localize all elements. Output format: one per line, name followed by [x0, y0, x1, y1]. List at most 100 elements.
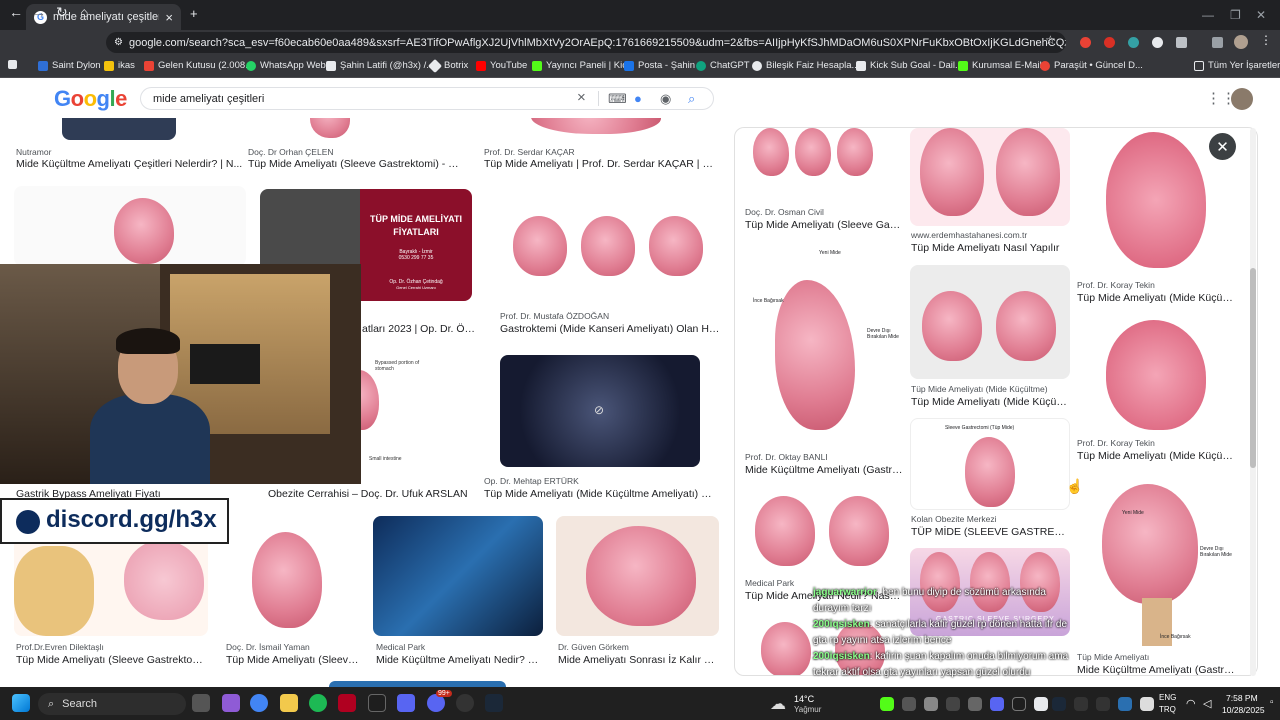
result-title[interactable]: Mide Ameliyatı Sonrası İz Kalır mı? — [558, 654, 718, 666]
close-panel-button[interactable]: ✕ — [1209, 133, 1236, 160]
result-title[interactable]: Tüp Mide Ameliyatı | Prof. Dr. Serdar KA… — [484, 158, 718, 170]
tray-icon[interactable] — [924, 697, 938, 711]
panel-title[interactable]: Mide Küçültme Ameliyatı (Gastrik ... — [745, 464, 903, 476]
result-title[interactable]: Tüp Mide Ameliyatı (Sleeve ... — [226, 654, 359, 666]
bookmark-item[interactable]: Paraşüt • Güncel D... — [1040, 60, 1143, 71]
weather-icon[interactable]: ☁ — [770, 694, 786, 714]
panel-image[interactable] — [745, 486, 905, 572]
chrome-icon[interactable] — [250, 694, 268, 712]
copilot-icon[interactable] — [222, 694, 240, 712]
tray-icon[interactable] — [880, 697, 894, 711]
bookmark-item[interactable]: Kurumsal E-Mail — [958, 60, 1042, 71]
tray-icon[interactable] — [1034, 697, 1048, 711]
clear-search-icon[interactable]: × — [577, 89, 586, 106]
tray-icon[interactable] — [1052, 697, 1066, 711]
close-window-icon[interactable]: ✕ — [1256, 8, 1266, 22]
close-tab-icon[interactable]: × — [165, 10, 173, 25]
terminal-icon[interactable] — [368, 694, 386, 712]
tray-icon[interactable] — [902, 697, 916, 711]
result-title[interactable]: atları 2023 | Op. Dr. Özha... — [362, 323, 480, 335]
result-image[interactable] — [373, 516, 543, 636]
bookmark-item[interactable]: YouTube — [476, 60, 527, 71]
bookmark-item[interactable]: Saint Dylon — [38, 60, 101, 71]
bookmark-star-icon[interactable]: ☆ — [1045, 33, 1056, 47]
extension-icon[interactable] — [1080, 37, 1091, 48]
windows-start-icon[interactable] — [12, 694, 30, 712]
bookmark-item[interactable]: ChatGPT — [696, 60, 750, 71]
result-image[interactable]: ⊘ — [500, 355, 700, 467]
result-image[interactable]: Bypassed portion of stomach Small intest… — [361, 350, 467, 472]
volume-icon[interactable]: ◁ — [1203, 697, 1211, 710]
panel-image[interactable]: Yeni Mide Devre Dışı Bırakılan Mide İnce… — [1076, 474, 1236, 646]
bookmark-item[interactable]: WhatsApp Web — [246, 60, 326, 71]
apps-grid-icon[interactable] — [8, 60, 17, 69]
result-title[interactable]: Obezite Cerrahisi – Doç. Dr. Ufuk ARSLAN — [268, 488, 468, 500]
panel-title[interactable]: Tüp Mide Ameliyatı (Sleeve Gastre... — [745, 219, 903, 231]
panel-title[interactable]: Tüp Mide Ameliyatı (Mide Küçültm... — [1077, 450, 1235, 462]
tab-google-search[interactable]: G mide ameliyatı çeşitleri - Google × — [26, 4, 181, 30]
panel-title[interactable]: TÜP MİDE (SLEEVE GASTREKT... — [911, 526, 1069, 538]
minimize-icon[interactable]: — — [1202, 8, 1214, 22]
bookmark-item[interactable]: Bileşik Faiz Hesapla... — [752, 60, 859, 71]
obs-icon[interactable] — [456, 694, 474, 712]
result-title[interactable]: Mide Küçültme Ameliyatı Çeşitleri Nelerd… — [16, 158, 244, 170]
site-info-icon[interactable]: ⚙ — [114, 37, 123, 48]
result-title[interactable]: Gastroktemi (Mide Kanseri Ameliyatı) Ola… — [500, 323, 720, 335]
reading-list-icon[interactable] — [1212, 37, 1223, 48]
task-view-icon[interactable] — [192, 694, 210, 712]
extensions-puzzle-icon[interactable] — [1176, 37, 1187, 48]
file-explorer-icon[interactable] — [280, 694, 298, 712]
panel-image[interactable] — [910, 128, 1070, 226]
extension-icon[interactable] — [1104, 37, 1115, 48]
search-icon[interactable]: ⌕ — [688, 91, 695, 107]
result-title[interactable]: Tüp Mide Ameliyatı (Sleeve Gastrektomi) … — [16, 654, 208, 666]
tray-icon[interactable] — [1140, 697, 1154, 711]
extension-icon[interactable] — [1128, 37, 1139, 48]
bookmark-item[interactable]: ikas — [104, 60, 135, 71]
chrome-menu-icon[interactable]: ⋮ — [1260, 33, 1272, 47]
lens-icon[interactable]: ◉ — [660, 91, 671, 107]
bookmark-item[interactable]: Botrix — [427, 58, 468, 73]
bookmark-item[interactable]: Gelen Kutusu (2.008... — [144, 60, 253, 71]
app-icon[interactable] — [397, 694, 415, 712]
wifi-icon[interactable]: ◠ — [1186, 697, 1196, 710]
tray-icon[interactable] — [990, 697, 1004, 711]
bookmark-item[interactable]: Şahin Latifi (@h3x) /... — [326, 60, 434, 71]
result-title[interactable]: Tüp Mide Ameliyatı (Sleeve Gastrektomi) … — [248, 158, 466, 170]
forward-icon[interactable]: → — [32, 4, 46, 20]
panel-title[interactable]: Tüp Mide Ameliyatı (Mide Küçültm... — [1077, 292, 1235, 304]
app-icon[interactable] — [338, 694, 356, 712]
result-title[interactable]: Tüp Mide Ameliyatı (Mide Küçültme Ameliy… — [484, 488, 718, 500]
tray-icon[interactable] — [968, 697, 982, 711]
extension-icon[interactable] — [1152, 37, 1163, 48]
voice-search-icon[interactable]: ● — [634, 91, 642, 106]
reload-icon[interactable]: ↻ — [56, 4, 68, 21]
clock-date[interactable]: 10/28/2025 — [1222, 705, 1265, 715]
result-image[interactable] — [222, 516, 360, 636]
tray-icon[interactable] — [946, 697, 960, 711]
google-logo[interactable]: Google — [54, 86, 127, 112]
panel-image[interactable] — [910, 265, 1070, 379]
bookmark-item[interactable]: Kick Sub Goal - Dail... — [856, 60, 963, 71]
account-avatar[interactable] — [1231, 88, 1253, 110]
result-image[interactable] — [14, 186, 246, 266]
result-image[interactable] — [497, 186, 719, 306]
input-language-2[interactable]: TRQ — [1159, 705, 1176, 714]
all-bookmarks-folder[interactable]: Tüm Yer İşaretleri — [1194, 60, 1280, 71]
panel-scrollbar[interactable] — [1249, 128, 1257, 676]
tray-icon[interactable] — [1118, 697, 1132, 711]
new-tab-icon[interactable]: + — [190, 6, 198, 21]
panel-image[interactable] — [1076, 316, 1236, 434]
bookmark-item[interactable]: Yayıncı Paneli | Kick — [532, 60, 632, 71]
address-bar[interactable]: ⚙ google.com/search?sca_esv=f60ecab60e0a… — [106, 32, 1066, 53]
steam-icon[interactable] — [485, 694, 503, 712]
maximize-icon[interactable]: ❐ — [1230, 8, 1241, 22]
panel-image[interactable] — [745, 128, 905, 180]
profile-avatar[interactable] — [1234, 35, 1248, 49]
keyboard-icon[interactable]: ⌨ — [608, 91, 627, 107]
tray-icon[interactable] — [1012, 697, 1026, 711]
taskbar-search[interactable]: ⌕ Search — [38, 693, 186, 715]
panel-title[interactable]: Tüp Mide Ameliyatı Nasıl Yapılır — [911, 242, 1069, 254]
spotify-icon[interactable] — [309, 694, 327, 712]
panel-image[interactable]: Yeni Mide İnce Bağırsak Devre Dışı Bırak… — [745, 240, 905, 446]
